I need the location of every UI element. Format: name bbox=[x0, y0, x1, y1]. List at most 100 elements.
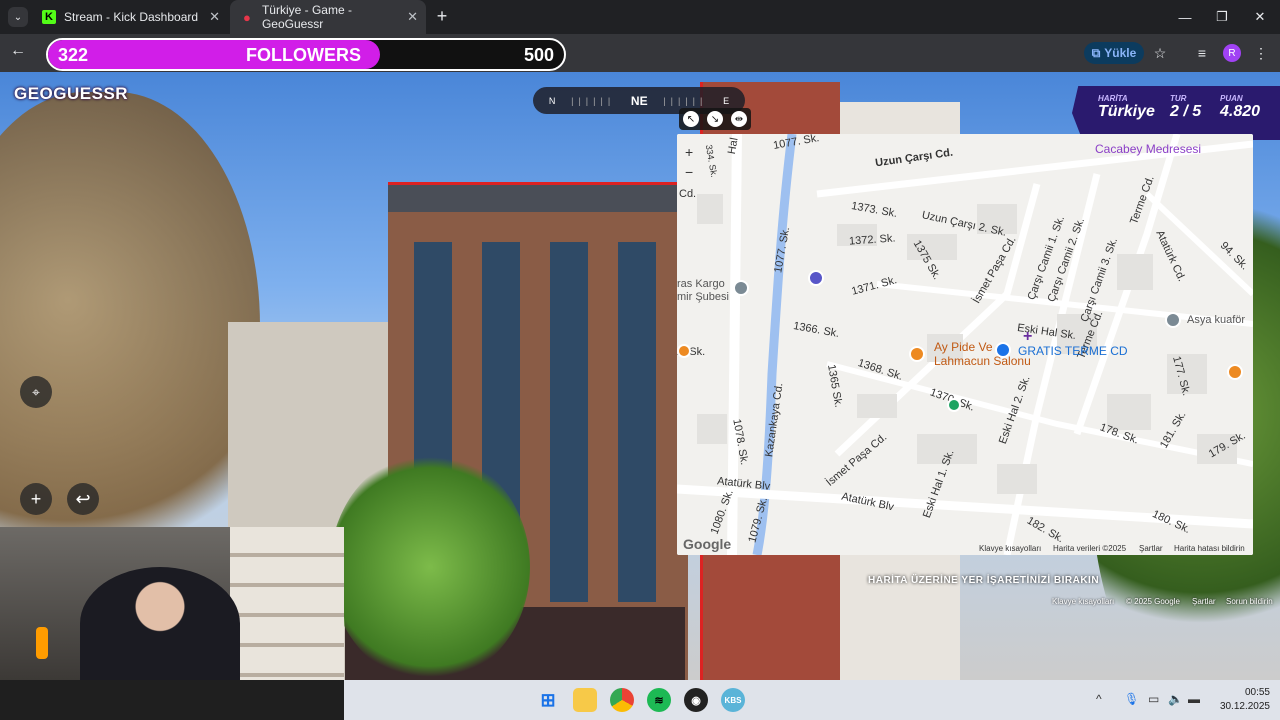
undo-button[interactable]: ↩ bbox=[67, 483, 99, 515]
map-zoom-out-button[interactable]: − bbox=[685, 162, 693, 182]
hud-round: TUR 2 / 5 bbox=[1170, 94, 1201, 121]
map-footer-link[interactable]: Şartlar bbox=[1139, 544, 1163, 553]
game-status-panel: HARİTA Türkiye TUR 2 / 5 PUAN 4.820 bbox=[1072, 86, 1280, 140]
maximize-button[interactable]: ❐ bbox=[1203, 0, 1241, 34]
zoom-in-button[interactable]: + bbox=[20, 483, 52, 515]
hud-round-value: 2 / 5 bbox=[1170, 103, 1202, 120]
google-logo: Google bbox=[683, 536, 732, 552]
cast-icon: ⧉ bbox=[1091, 45, 1101, 60]
location-pin-icon: ● bbox=[243, 9, 251, 25]
followers-current: 322 bbox=[58, 45, 89, 65]
map-zoom-controls: + − bbox=[685, 142, 693, 182]
hud-round-caption: TUR bbox=[1170, 94, 1187, 103]
compass-ticks: |||||| bbox=[663, 95, 708, 106]
bookmark-star-icon[interactable]: ☆ bbox=[1149, 42, 1171, 64]
poi-pin-icon[interactable] bbox=[733, 280, 749, 296]
followers-goal: 500 bbox=[523, 45, 554, 65]
return-to-start-button[interactable]: ⌖ bbox=[20, 376, 52, 408]
windows-start-icon[interactable]: ⊞ bbox=[536, 688, 560, 712]
chevron-up-icon[interactable]: ^ bbox=[1096, 692, 1102, 706]
map-footer-text: Harita verileri ©2025 bbox=[1053, 544, 1127, 553]
footer-link[interactable]: Sorun bildirin bbox=[1226, 597, 1273, 606]
tab-geoguessr[interactable]: ● Türkiye - Game - GeoGuessr ✕ bbox=[230, 0, 426, 34]
plus-icon: + bbox=[30, 488, 42, 509]
guess-map[interactable]: + − Cd. 334. Sk. Hal 1077. Sk. Uzun Çarş… bbox=[677, 134, 1253, 555]
map-footer-link[interactable]: Harita hatası bildirin bbox=[1174, 544, 1245, 553]
compass-ticks: |||||| bbox=[571, 95, 616, 106]
bookshelf bbox=[230, 527, 344, 680]
avatar[interactable]: R bbox=[1223, 44, 1241, 62]
place-marker-hint: HARİTA ÜZERİNE YER İŞARETİNİZİ BIRAKIN bbox=[868, 575, 1100, 586]
tab-kick-dashboard[interactable]: K Stream - Kick Dashboard ✕ bbox=[32, 0, 228, 34]
map-poi-label: Ay Pide Ve Lahmacun Salonu bbox=[934, 340, 1031, 368]
close-window-button[interactable]: ✕ bbox=[1241, 0, 1279, 34]
system-clock[interactable]: 00:55 30.12.2025 bbox=[1210, 686, 1270, 714]
compass-left: N bbox=[548, 95, 556, 106]
clock-date: 30.12.2025 bbox=[1219, 701, 1270, 712]
file-explorer-icon[interactable] bbox=[573, 688, 597, 712]
microphone-icon[interactable]: 🎙 bbox=[1124, 692, 1139, 706]
display-icon[interactable]: ▭ bbox=[1148, 692, 1159, 706]
chrome-icon[interactable] bbox=[610, 688, 634, 712]
obs-icon[interactable]: ◉ bbox=[684, 688, 708, 712]
expand-map-icon[interactable]: ↖ bbox=[683, 111, 699, 127]
volume-icon[interactable]: 🔈 bbox=[1168, 692, 1183, 706]
map-size-controls: ↖ ↘ ⇹ bbox=[679, 108, 751, 130]
map-poi-label: GRATIS TERME CD bbox=[1018, 344, 1128, 358]
tab-strip: ⌄ K Stream - Kick Dashboard ✕ ● Türkiye … bbox=[0, 0, 1280, 34]
media-control-icon[interactable]: ≡ bbox=[1191, 42, 1213, 64]
shopping-pin-icon[interactable] bbox=[995, 342, 1011, 358]
ring-light bbox=[36, 627, 48, 659]
geoguessr-logo: GEOGUESSR bbox=[14, 84, 129, 103]
map-poi-label: ras Kargo mir Şubesi bbox=[677, 278, 729, 303]
restaurant-pin-icon[interactable] bbox=[1227, 364, 1243, 380]
footer-text: © 2025 Google bbox=[1126, 597, 1180, 606]
map-zoom-in-button[interactable]: + bbox=[685, 142, 693, 162]
streamer bbox=[80, 567, 240, 680]
tab-title: Stream - Kick Dashboard bbox=[64, 10, 199, 24]
tab-search-button[interactable]: ⌄ bbox=[8, 7, 28, 27]
hud-score-caption: PUAN bbox=[1220, 94, 1243, 103]
minimize-button[interactable]: — bbox=[1166, 0, 1204, 34]
back-button[interactable]: ← bbox=[8, 42, 28, 62]
map-poi-label: Cacabey Medresesi bbox=[1095, 142, 1202, 156]
map-poi-label: Asya kuaför bbox=[1187, 314, 1246, 326]
hud-score: PUAN 4.820 bbox=[1220, 94, 1260, 121]
compass-right: E bbox=[723, 95, 730, 106]
upload-button[interactable]: ⧉ Yükle bbox=[1084, 42, 1144, 64]
location-pin-icon[interactable] bbox=[947, 398, 961, 412]
pin-map-icon[interactable]: ⇹ bbox=[731, 111, 747, 127]
map-pin-icon: ⌖ bbox=[32, 383, 40, 400]
footer-link[interactable]: Klavye kısayolları bbox=[1052, 597, 1114, 606]
poi-pin-icon[interactable] bbox=[808, 270, 824, 286]
close-tab-icon[interactable]: ✕ bbox=[209, 9, 220, 25]
tree-center bbox=[330, 452, 530, 680]
webcam-overlay bbox=[0, 527, 344, 680]
new-tab-button[interactable]: + bbox=[432, 6, 452, 28]
spotify-icon[interactable]: ≋ bbox=[647, 688, 671, 712]
poi-pin-icon[interactable] bbox=[1165, 312, 1181, 328]
restaurant-pin-icon[interactable] bbox=[909, 346, 925, 362]
undo-icon: ↩ bbox=[75, 488, 91, 509]
hud-score-value: 4.820 bbox=[1220, 103, 1261, 120]
windows-taskbar bbox=[344, 680, 1280, 720]
hud-map: HARİTA Türkiye bbox=[1098, 94, 1155, 121]
shrink-map-icon[interactable]: ↘ bbox=[707, 111, 723, 127]
menu-icon[interactable]: ⋮ bbox=[1250, 42, 1272, 64]
footer-link[interactable]: Şartlar bbox=[1192, 597, 1216, 606]
battery-icon[interactable]: ▬ bbox=[1188, 692, 1200, 706]
kbs-icon[interactable]: KBS bbox=[721, 688, 745, 712]
tab-title: Türkiye - Game - GeoGuessr bbox=[261, 3, 352, 31]
upload-label: Yükle bbox=[1104, 46, 1137, 60]
kick-logo-icon: K bbox=[42, 10, 56, 24]
restaurant-pin-icon[interactable] bbox=[677, 344, 691, 358]
clock-time: 00:55 bbox=[1244, 687, 1270, 698]
followers-goal-bar: 322 FOLLOWERS 500 bbox=[46, 38, 566, 71]
hud-map-value: Türkiye bbox=[1098, 103, 1155, 120]
followers-label: FOLLOWERS bbox=[246, 45, 361, 65]
close-tab-icon[interactable]: ✕ bbox=[407, 9, 418, 25]
map-footer-link[interactable]: Klavye kısayolları bbox=[979, 544, 1041, 553]
map-label: Cd. bbox=[679, 188, 697, 200]
compass-heading: NE bbox=[630, 93, 648, 108]
hud-map-caption: HARİTA bbox=[1098, 94, 1128, 103]
